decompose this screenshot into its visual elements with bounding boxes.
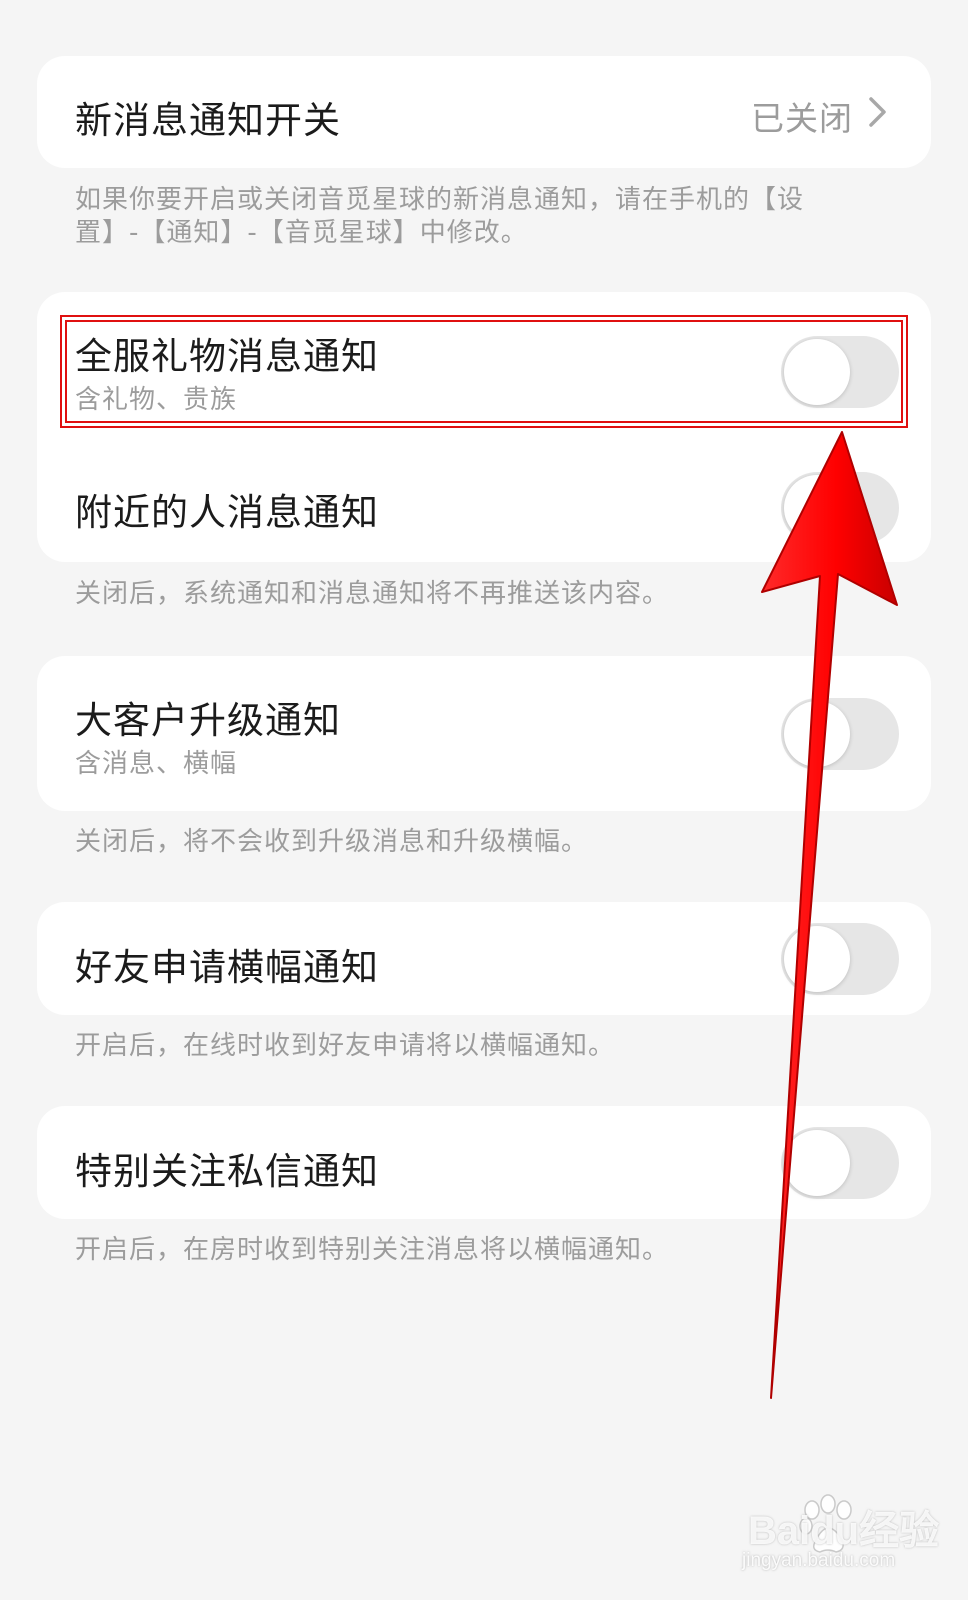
nearby-notification-toggle[interactable] — [781, 472, 899, 544]
special-follow-card[interactable]: 特别关注私信通知 — [37, 1106, 931, 1219]
vip-upgrade-card[interactable]: 大客户升级通知 含消息、横幅 — [37, 656, 931, 811]
friend-request-toggle[interactable] — [781, 923, 899, 995]
watermark-logo-text: Baidu经验 — [748, 1509, 940, 1553]
toggle-knob — [784, 926, 850, 992]
special-follow-title: 特别关注私信通知 — [75, 1150, 379, 1193]
setting-row-nearby[interactable]: 附近的人消息通知 — [37, 430, 931, 562]
chevron-right-icon — [869, 97, 886, 127]
toggle-knob — [784, 475, 850, 541]
vip-upgrade-subtitle: 含消息、横幅 — [75, 749, 238, 779]
vip-upgrade-toggle[interactable] — [781, 698, 899, 770]
gift-nearby-note: 关闭后，系统通知和消息通知将不再推送该内容。 — [75, 579, 670, 609]
friend-request-title: 好友申请横幅通知 — [75, 946, 379, 989]
new-message-switch-title: 新消息通知开关 — [75, 99, 341, 142]
special-follow-note: 开启后，在房时收到特别关注消息将以横幅通知。 — [75, 1235, 670, 1265]
nearby-notification-title: 附近的人消息通知 — [75, 491, 379, 534]
watermark-url: jingyan.baidu.com — [742, 1550, 896, 1571]
vip-upgrade-title: 大客户升级通知 — [75, 699, 341, 742]
gift-notification-toggle[interactable] — [781, 336, 899, 408]
toggle-knob — [784, 339, 850, 405]
toggle-knob — [784, 1130, 850, 1196]
new-message-switch-status: 已关闭 — [751, 99, 853, 138]
gift-notification-subtitle: 含礼物、贵族 — [75, 385, 238, 415]
new-message-switch-note: 如果你要开启或关闭音觅星球的新消息通知，请在手机的【设置】-【通知】-【音觅星球… — [75, 185, 805, 248]
gift-nearby-card: 全服礼物消息通知 含礼物、贵族 附近的人消息通知 — [37, 292, 931, 562]
special-follow-toggle[interactable] — [781, 1127, 899, 1199]
gift-notification-title: 全服礼物消息通知 — [75, 335, 379, 378]
toggle-knob — [784, 701, 850, 767]
vip-upgrade-note: 关闭后，将不会收到升级消息和升级横幅。 — [75, 827, 589, 857]
setting-row-gift[interactable]: 全服礼物消息通知 含礼物、贵族 — [37, 292, 931, 430]
friend-request-note: 开启后，在线时收到好友申请将以横幅通知。 — [75, 1031, 616, 1061]
new-message-switch-card[interactable]: 新消息通知开关 已关闭 — [37, 56, 931, 168]
friend-request-card[interactable]: 好友申请横幅通知 — [37, 902, 931, 1015]
